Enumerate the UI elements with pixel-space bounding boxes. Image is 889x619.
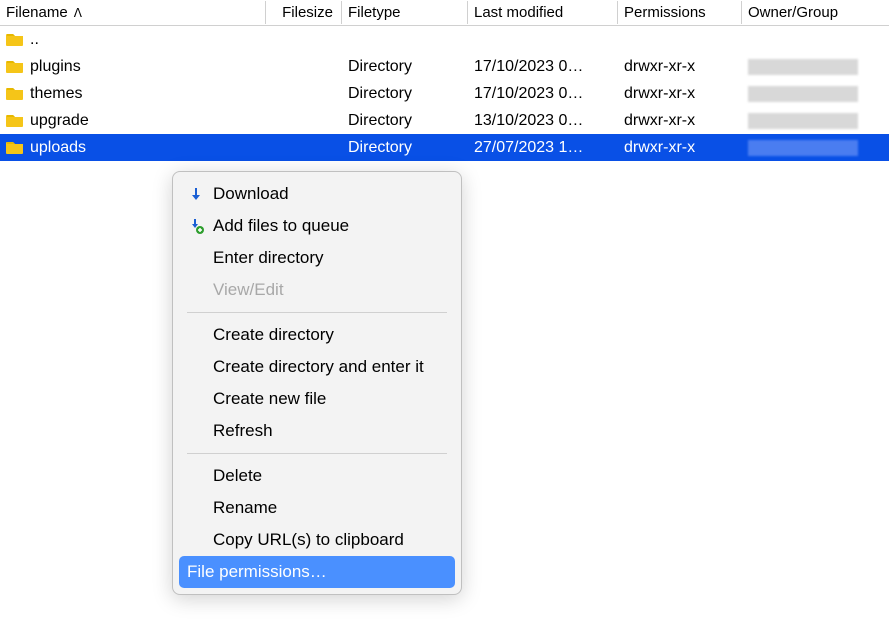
- file-list: ..pluginsDirectory17/10/2023 0…drwxr-xr-…: [0, 26, 889, 161]
- file-type-cell: Directory: [342, 110, 468, 132]
- menu-item-delete[interactable]: Delete: [173, 460, 461, 492]
- menu-item-add-queue[interactable]: Add files to queue: [173, 210, 461, 242]
- folder-icon: [6, 59, 24, 74]
- file-perms-cell: drwxr-xr-x: [618, 137, 742, 159]
- file-name-label: themes: [30, 85, 82, 103]
- column-header-lastmodified-label: Last modified: [474, 4, 563, 21]
- menu-item-delete-label: Delete: [213, 466, 262, 486]
- file-name-cell: ..: [0, 29, 266, 51]
- column-header-owner[interactable]: Owner/Group: [742, 1, 862, 24]
- file-lastmod-cell: 17/10/2023 0…: [468, 56, 618, 78]
- column-header-permissions[interactable]: Permissions: [618, 1, 742, 24]
- menu-item-refresh[interactable]: Refresh: [173, 415, 461, 447]
- owner-redacted: [748, 140, 858, 156]
- file-owner-cell: [742, 57, 862, 77]
- file-perms-cell: drwxr-xr-x: [618, 110, 742, 132]
- file-lastmod-cell: 13/10/2023 0…: [468, 110, 618, 132]
- menu-item-view-edit-label: View/Edit: [213, 280, 284, 300]
- folder-icon: [6, 140, 24, 155]
- file-owner-cell: [742, 38, 862, 42]
- file-name-label: ..: [30, 31, 39, 49]
- file-size-cell: [266, 119, 342, 123]
- file-owner-cell: [742, 84, 862, 104]
- menu-item-create-directory-enter[interactable]: Create directory and enter it: [173, 351, 461, 383]
- menu-item-create-directory-label: Create directory: [213, 325, 334, 345]
- file-name-label: plugins: [30, 58, 81, 76]
- file-row[interactable]: plugins Directory17/10/2023 0…drwxr-xr-x: [0, 53, 889, 80]
- menu-item-copy-urls[interactable]: Copy URL(s) to clipboard: [173, 524, 461, 556]
- file-row[interactable]: uploads Directory27/07/2023 1…drwxr-xr-x: [0, 134, 889, 161]
- file-owner-cell: [742, 138, 862, 158]
- context-menu: Download Add files to queue Enter direct…: [172, 171, 462, 595]
- file-type-cell: Directory: [342, 56, 468, 78]
- file-type-cell: Directory: [342, 137, 468, 159]
- file-lastmod-cell: 27/07/2023 1…: [468, 137, 618, 159]
- file-perms-cell: drwxr-xr-x: [618, 83, 742, 105]
- menu-item-file-permissions[interactable]: File permissions…: [179, 556, 455, 588]
- column-header-lastmodified[interactable]: Last modified: [468, 1, 618, 24]
- file-name-cell: plugins: [0, 56, 266, 78]
- folder-icon: [6, 86, 24, 101]
- menu-item-copy-urls-label: Copy URL(s) to clipboard: [213, 530, 404, 550]
- owner-redacted: [748, 59, 858, 75]
- file-type-cell: [342, 38, 468, 42]
- folder-icon: [6, 113, 24, 128]
- menu-item-rename[interactable]: Rename: [173, 492, 461, 524]
- menu-item-create-file-label: Create new file: [213, 389, 326, 409]
- menu-item-refresh-label: Refresh: [213, 421, 273, 441]
- file-row[interactable]: ..: [0, 26, 889, 53]
- folder-icon: [6, 32, 24, 47]
- file-size-cell: [266, 65, 342, 69]
- file-perms-cell: drwxr-xr-x: [618, 56, 742, 78]
- menu-separator: [187, 312, 447, 313]
- column-header-filesize-label: Filesize: [282, 4, 333, 21]
- column-header-filename-label: Filename: [6, 4, 68, 21]
- file-owner-cell: [742, 111, 862, 131]
- file-size-cell: [266, 146, 342, 150]
- menu-item-file-permissions-label: File permissions…: [187, 562, 327, 582]
- download-icon: [187, 185, 205, 203]
- file-perms-cell: [618, 38, 742, 42]
- menu-item-download-label: Download: [213, 184, 289, 204]
- menu-item-download[interactable]: Download: [173, 178, 461, 210]
- column-header-permissions-label: Permissions: [624, 4, 706, 21]
- menu-item-add-queue-label: Add files to queue: [213, 216, 349, 236]
- owner-redacted: [748, 113, 858, 129]
- menu-item-create-directory-enter-label: Create directory and enter it: [213, 357, 424, 377]
- sort-ascending-icon: ᐱ: [74, 6, 82, 20]
- column-header-filetype[interactable]: Filetype: [342, 1, 468, 24]
- add-queue-icon: [187, 217, 205, 235]
- file-lastmod-cell: [468, 38, 618, 42]
- file-name-label: upgrade: [30, 112, 89, 130]
- file-size-cell: [266, 38, 342, 42]
- file-name-label: uploads: [30, 139, 86, 157]
- owner-redacted: [748, 86, 858, 102]
- file-type-cell: Directory: [342, 83, 468, 105]
- column-header-row: Filename ᐱ Filesize Filetype Last modifi…: [0, 0, 889, 26]
- file-name-cell: upgrade: [0, 110, 266, 132]
- file-row[interactable]: upgrade Directory13/10/2023 0…drwxr-xr-x: [0, 107, 889, 134]
- column-header-filename[interactable]: Filename ᐱ: [0, 1, 266, 24]
- column-header-owner-label: Owner/Group: [748, 4, 838, 21]
- menu-item-rename-label: Rename: [213, 498, 277, 518]
- column-header-filetype-label: Filetype: [348, 4, 401, 21]
- file-name-cell: themes: [0, 83, 266, 105]
- menu-item-create-directory[interactable]: Create directory: [173, 319, 461, 351]
- menu-item-view-edit: View/Edit: [173, 274, 461, 306]
- menu-item-create-file[interactable]: Create new file: [173, 383, 461, 415]
- file-size-cell: [266, 92, 342, 96]
- column-header-filesize[interactable]: Filesize: [266, 1, 342, 24]
- menu-item-enter-directory[interactable]: Enter directory: [173, 242, 461, 274]
- menu-separator: [187, 453, 447, 454]
- file-name-cell: uploads: [0, 137, 266, 159]
- file-row[interactable]: themes Directory17/10/2023 0…drwxr-xr-x: [0, 80, 889, 107]
- menu-item-enter-directory-label: Enter directory: [213, 248, 324, 268]
- file-lastmod-cell: 17/10/2023 0…: [468, 83, 618, 105]
